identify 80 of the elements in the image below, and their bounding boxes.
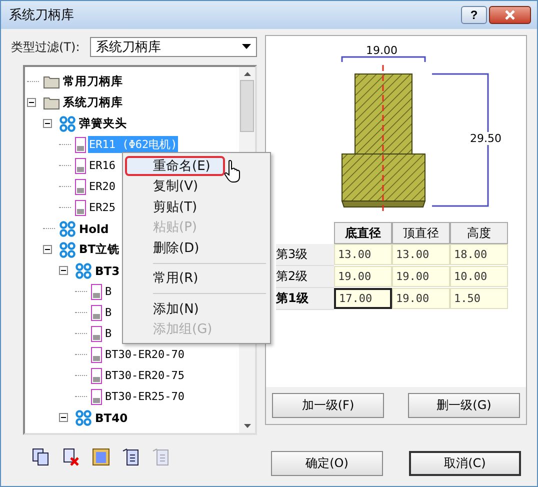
dialog-button[interactable]: 确定(O) <box>271 451 383 476</box>
tree-item[interactable]: BT30-ER20-70 <box>104 347 186 362</box>
list-icon[interactable] <box>91 447 111 467</box>
expander-icon[interactable] <box>59 413 68 422</box>
table-cell[interactable]: 18.00 <box>450 244 508 265</box>
scrollbar-thumb[interactable] <box>240 80 254 132</box>
table-cell[interactable]: 19.00 <box>334 266 392 287</box>
expander-icon[interactable] <box>43 119 52 128</box>
expander-icon[interactable] <box>59 266 68 275</box>
close-icon <box>504 9 516 21</box>
table-cell[interactable]: 19.00 <box>392 288 450 309</box>
dimension-label: 29.50 <box>470 132 502 145</box>
tool-holder-icon <box>91 388 102 404</box>
expander-icon[interactable] <box>43 245 52 254</box>
column-header[interactable]: 顶直径 <box>392 222 450 244</box>
expander-icon[interactable] <box>27 98 36 107</box>
folder-icon <box>43 74 60 88</box>
column-header[interactable]: 底直径 <box>334 222 392 244</box>
delete-icon[interactable] <box>61 447 81 467</box>
tree-item[interactable]: B <box>104 284 113 299</box>
four-circles-icon <box>59 242 76 258</box>
copy-icon[interactable] <box>31 447 51 467</box>
tree-item[interactable]: BT30-ER20-75 <box>104 368 186 383</box>
tool-holder-icon <box>91 284 102 300</box>
tree-item[interactable]: 系统刀柄库 <box>62 94 124 111</box>
tree-item[interactable]: ER25 <box>88 200 116 215</box>
tree-item[interactable]: 常用刀柄库 <box>62 73 124 90</box>
tree-item[interactable]: ER20 <box>88 179 116 194</box>
tree-item[interactable]: BT3 <box>94 262 121 278</box>
menu-item[interactable]: 重命名(E) <box>125 156 225 176</box>
dropdown-arrow-icon <box>242 44 251 50</box>
four-circles-icon <box>59 220 76 236</box>
row-header[interactable]: 第2级 <box>276 266 334 288</box>
four-circles-icon <box>59 116 76 132</box>
dimension-label: 19.00 <box>366 44 398 57</box>
menu-item[interactable]: 剪贴(T) <box>125 197 225 216</box>
tree-item[interactable]: BT30-ER25-70 <box>104 389 186 404</box>
menu-item[interactable]: 常用(R) <box>125 268 225 288</box>
column-header[interactable]: 高度 <box>450 222 508 244</box>
folder-icon <box>43 96 60 110</box>
level-button[interactable]: 加一级(F) <box>272 393 384 418</box>
tool-holder-icon <box>91 346 102 362</box>
hand-cursor-icon <box>223 159 243 183</box>
level-button[interactable]: 删一级(G) <box>408 393 520 418</box>
tool-holder-icon <box>91 304 102 320</box>
tree-item[interactable]: BT40 <box>94 410 129 426</box>
menu-item[interactable]: 复制(V) <box>125 176 225 196</box>
tool-holder-icon <box>75 158 86 174</box>
tool-holder-icon <box>91 368 102 384</box>
tool-holder-icon <box>75 178 86 194</box>
tree-item[interactable]: ER16 <box>88 158 116 173</box>
tool-holder-icon <box>91 326 102 342</box>
tree-item[interactable]: B <box>104 326 113 341</box>
tool-holder-icon <box>75 136 86 152</box>
table-cell[interactable]: 19.00 <box>392 266 450 287</box>
tree-item[interactable]: BT立铣 <box>78 241 121 258</box>
tree-item[interactable]: Hold <box>78 220 110 236</box>
table-cell[interactable]: 13.00 <box>392 244 450 265</box>
tree-item[interactable]: B <box>104 305 113 320</box>
filter-dropdown[interactable]: 系统刀柄库 <box>90 37 257 57</box>
four-circles-icon <box>75 410 92 426</box>
filter-label: 类型过滤(T): <box>11 38 80 56</box>
row-header[interactable]: 第3级 <box>276 244 334 266</box>
scroll-up-icon[interactable] <box>244 72 250 76</box>
row-header[interactable]: 第1级 <box>276 288 334 310</box>
window-title: 系统刀柄库 <box>9 7 74 24</box>
dialog-button[interactable]: 取消(C) <box>409 451 521 476</box>
table-cell[interactable]: 17.00 <box>334 288 392 309</box>
four-circles-icon <box>75 262 92 278</box>
menu-item[interactable]: 添加(N) <box>125 299 225 318</box>
table-cell[interactable]: 13.00 <box>334 244 392 265</box>
table-cell[interactable]: 1.50 <box>450 288 508 309</box>
table-cell[interactable]: 10.00 <box>450 266 508 287</box>
menu-item[interactable]: 删除(D) <box>125 238 225 258</box>
document-icon[interactable] <box>121 447 141 467</box>
tool-holder-icon <box>75 200 86 216</box>
tree-item[interactable]: 弹簧夹头 <box>78 115 128 132</box>
help-button[interactable]: ? <box>461 6 487 24</box>
close-button[interactable] <box>489 6 531 24</box>
scroll-down-icon[interactable] <box>244 424 250 428</box>
